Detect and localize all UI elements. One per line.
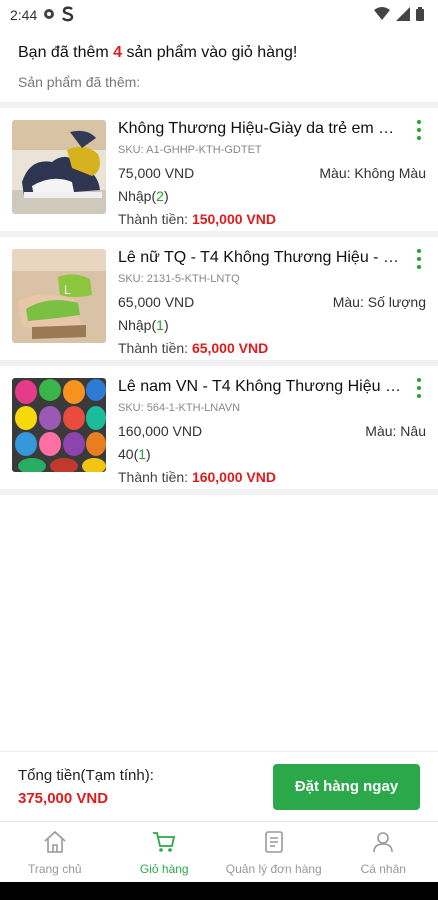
product-subtotal: Thành tiền: 150,000 VND xyxy=(118,211,426,227)
product-price: 75,000 VND xyxy=(118,165,195,181)
product-attribute: Màu: Không Màu xyxy=(319,165,426,181)
more-options-icon[interactable] xyxy=(416,249,422,269)
nav-orders[interactable]: Quản lý đơn hàng xyxy=(219,822,329,883)
nav-home-label: Trang chủ xyxy=(27,862,82,876)
shopee-icon xyxy=(61,6,75,25)
home-icon xyxy=(42,829,68,858)
added-message-prefix: Bạn đã thêm xyxy=(18,44,114,61)
svg-text:L: L xyxy=(64,283,71,297)
nav-home[interactable]: Trang chủ xyxy=(0,822,110,883)
product-item[interactable]: Không Thương Hiệu-Giày da trẻ em bé trai… xyxy=(0,108,438,231)
added-message-suffix: sản phẩm vào giỏ hàng! xyxy=(122,44,298,61)
product-list: Không Thương Hiệu-Giày da trẻ em bé trai… xyxy=(0,108,438,495)
nav-profile[interactable]: Cá nhân xyxy=(329,822,438,883)
battery-icon xyxy=(416,6,424,24)
cart-total: Tổng tiền(Tạm tính): 375,000 VND xyxy=(18,767,154,807)
subtotal-label: Thành tiền: xyxy=(118,340,192,356)
product-subtotal: Thành tiền: 160,000 VND xyxy=(118,469,426,485)
divider xyxy=(0,489,438,495)
product-item[interactable]: L Lê nữ TQ - T4 Không Thương Hiệu - Dép … xyxy=(0,237,438,360)
product-subtotal: Thành tiền: 65,000 VND xyxy=(118,340,426,356)
product-sku: SKU: 564-1-KTH-LNAVN xyxy=(118,402,241,414)
product-image xyxy=(12,120,106,214)
cart-total-label: Tổng tiền(Tạm tính): xyxy=(18,766,154,784)
more-options-icon[interactable] xyxy=(416,120,422,140)
nav-cart[interactable]: Giỏ hàng xyxy=(110,822,220,883)
subtotal-label: Thành tiền: xyxy=(118,469,192,485)
product-name: Lê nam VN - T4 Không Thương Hiệu - Dép n… xyxy=(118,378,426,395)
product-variant-label: 40 xyxy=(118,446,134,462)
product-variant: Nhập(2) xyxy=(118,188,169,204)
checkout-bar: Tổng tiền(Tạm tính): 375,000 VND Đặt hàn… xyxy=(0,751,438,821)
product-attribute: Màu: Số lượng xyxy=(332,294,426,310)
system-navigation-bar xyxy=(0,882,438,900)
nav-cart-label: Giỏ hàng xyxy=(139,862,189,876)
subtotal-value: 160,000 VND xyxy=(191,469,276,485)
status-time: 2:44 xyxy=(10,7,38,23)
subtotal-label: Thành tiền: xyxy=(118,211,192,227)
cart-icon xyxy=(151,829,177,858)
bottom-navigation: Trang chủ Giỏ hàng Quản lý đơn hàng Cá n… xyxy=(0,821,438,883)
product-variant-label: Nhập xyxy=(118,317,152,333)
product-quantity: 2 xyxy=(156,188,164,204)
added-subtitle: Sản phẩm đã thêm: xyxy=(18,74,141,90)
product-variant: 40(1) xyxy=(118,446,151,462)
nav-orders-label: Quản lý đơn hàng xyxy=(225,862,322,876)
product-name: Lê nữ TQ - T4 Không Thương Hiệu - Dép nữ xyxy=(118,249,426,266)
status-bar: 2:44 xyxy=(0,0,438,30)
cart-total-value: 375,000 VND xyxy=(18,789,109,807)
nav-profile-label: Cá nhân xyxy=(360,862,406,876)
added-message: Bạn đã thêm 4 sản phẩm vào giỏ hàng! xyxy=(18,44,420,62)
subtotal-value: 150,000 VND xyxy=(191,211,276,227)
chat-icon xyxy=(43,7,55,23)
product-variant-label: Nhập xyxy=(118,188,152,204)
orders-icon xyxy=(261,829,287,858)
wifi-icon xyxy=(374,6,390,24)
product-quantity: 1 xyxy=(138,446,147,462)
product-name: Không Thương Hiệu-Giày da trẻ em bé trai… xyxy=(118,120,426,137)
product-attribute: Màu: Nâu xyxy=(365,423,426,439)
subtotal-value: 65,000 VND xyxy=(191,340,269,356)
user-icon xyxy=(370,829,396,858)
product-price: 160,000 VND xyxy=(118,423,203,439)
product-sku: SKU: A1-GHHP-KTH-GDTET xyxy=(118,144,262,156)
cart-added-header: Bạn đã thêm 4 sản phẩm vào giỏ hàng! Sản… xyxy=(0,30,438,96)
product-image xyxy=(12,378,106,472)
product-quantity: 1 xyxy=(156,317,164,333)
product-variant: Nhập(1) xyxy=(118,317,169,333)
more-options-icon[interactable] xyxy=(416,378,422,398)
product-price: 65,000 VND xyxy=(118,294,195,310)
place-order-button[interactable]: Đặt hàng ngay xyxy=(273,763,420,810)
signal-icon xyxy=(396,6,410,24)
product-sku: SKU: 2131-5-KTH-LNTQ xyxy=(118,273,240,285)
product-item[interactable]: Lê nam VN - T4 Không Thương Hiệu - Dép n… xyxy=(0,366,438,489)
added-count: 4 xyxy=(113,44,123,61)
product-image: L xyxy=(12,249,106,343)
